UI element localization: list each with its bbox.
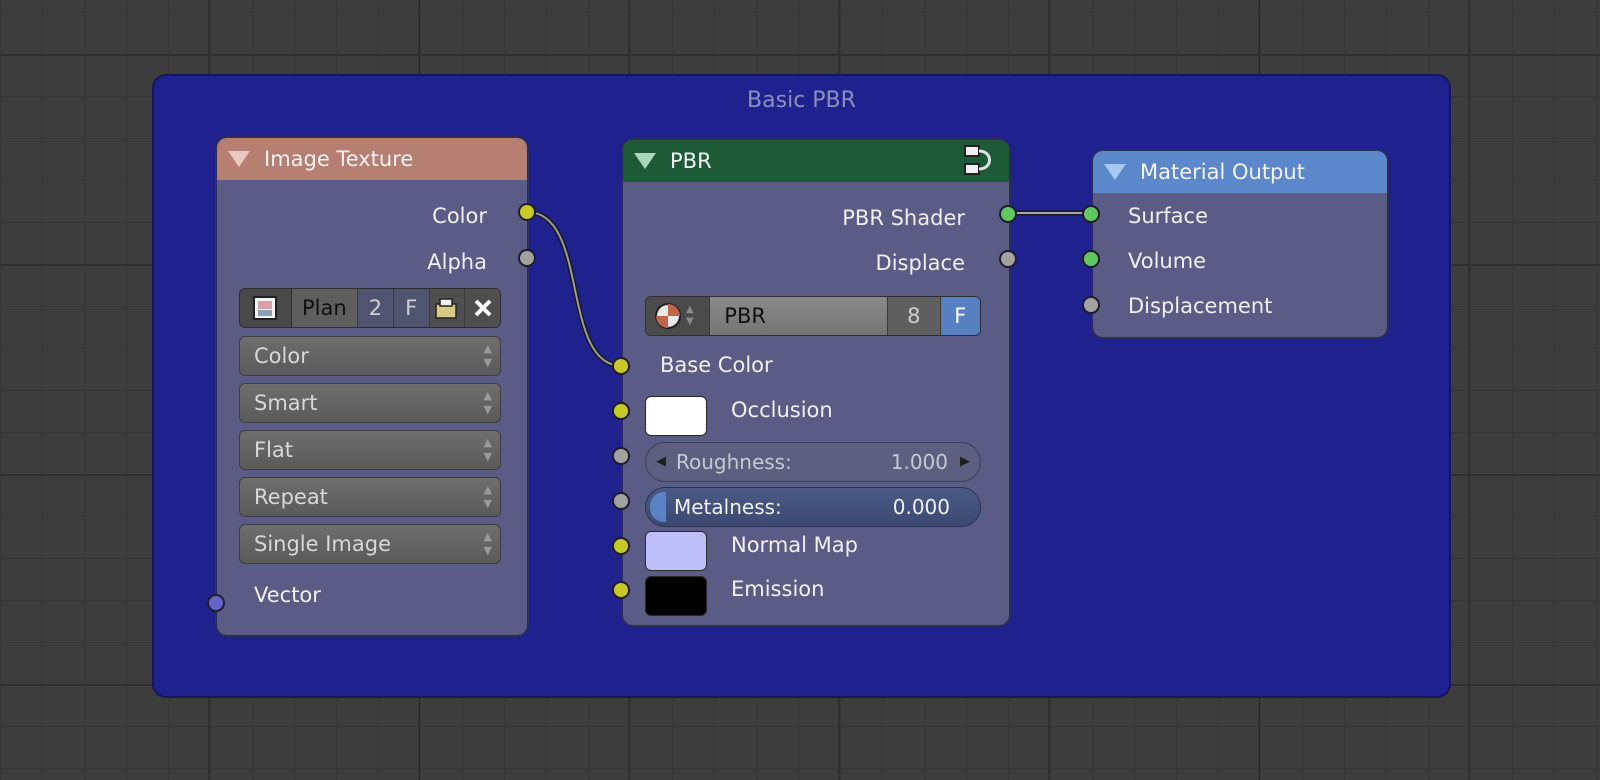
node-image-texture[interactable]: Image Texture Color Alpha Plan 2 F Color… <box>215 136 529 637</box>
pbr-displace-output-socket[interactable] <box>999 250 1017 268</box>
output-displacement-input-socket[interactable] <box>1082 296 1100 314</box>
node-header[interactable]: Material Output <box>1093 151 1387 193</box>
image-users-count[interactable]: 2 <box>357 289 393 327</box>
pbr-occlusion-input-socket[interactable] <box>612 402 630 420</box>
group-users-count[interactable]: 8 <box>887 297 940 335</box>
image-name-field[interactable]: Plan <box>291 289 358 327</box>
node-title: Material Output <box>1140 160 1305 184</box>
input-emission-label: Emission <box>731 577 825 601</box>
pbr-roughness-input-socket[interactable] <box>612 447 630 465</box>
node-group-icon[interactable] <box>961 144 995 178</box>
image-browse-icon[interactable] <box>240 289 292 327</box>
node-pbr[interactable]: PBR PBR Shader Displace ▲ ▼ PBR 8 F Base … <box>621 138 1011 627</box>
group-fake-user-toggle[interactable]: F <box>939 297 980 335</box>
projection-dropdown[interactable]: Flat ▲ ▼ <box>239 430 501 470</box>
group-name-field[interactable]: PBR <box>709 297 888 335</box>
unlink-image-icon[interactable] <box>464 289 500 327</box>
node-header[interactable]: Image Texture <box>217 138 527 180</box>
pbr-base-color-input-socket[interactable] <box>612 357 630 375</box>
normal-map-color-swatch[interactable] <box>645 531 707 571</box>
pbr-metalness-input-socket[interactable] <box>612 492 630 510</box>
open-image-icon[interactable] <box>428 289 465 327</box>
node-header[interactable]: PBR <box>623 140 1009 182</box>
image-alpha-output-socket[interactable] <box>518 249 536 267</box>
occlusion-color-swatch[interactable] <box>645 396 707 436</box>
input-displacement-label: Displacement <box>1128 294 1273 318</box>
group-browse-icon[interactable]: ▲ ▼ <box>646 297 710 335</box>
extension-dropdown[interactable]: Repeat ▲ ▼ <box>239 477 501 517</box>
output-color-label: Color <box>432 204 487 228</box>
node-group-selector[interactable]: ▲ ▼ PBR 8 F <box>645 296 981 336</box>
metalness-slider-fill <box>650 492 666 522</box>
color-space-dropdown[interactable]: Color ▲ ▼ <box>239 336 501 376</box>
input-base-color-label: Base Color <box>660 353 773 377</box>
output-pbr-shader-label: PBR Shader <box>842 206 965 230</box>
image-vector-input-socket[interactable] <box>207 594 225 612</box>
output-displace-label: Displace <box>875 251 965 275</box>
fake-user-toggle[interactable]: F <box>392 289 429 327</box>
input-vector-label: Vector <box>254 583 321 607</box>
input-normal-map-label: Normal Map <box>731 533 858 557</box>
pbr-emission-input-socket[interactable] <box>612 581 630 599</box>
input-occlusion-label: Occlusion <box>731 398 833 422</box>
increment-arrow-icon[interactable]: ▶ <box>960 443 970 481</box>
emission-color-swatch[interactable] <box>645 576 707 616</box>
collapse-triangle-icon[interactable] <box>1104 164 1126 180</box>
node-title: PBR <box>670 149 712 173</box>
node-title: Image Texture <box>264 147 414 171</box>
roughness-slider[interactable]: ◀ Roughness: 1.000 ▶ <box>645 442 981 482</box>
pbr-shader-output-socket[interactable] <box>999 205 1017 223</box>
collapse-triangle-icon[interactable] <box>228 151 250 167</box>
collapse-triangle-icon[interactable] <box>634 153 656 169</box>
interpolation-dropdown[interactable]: Smart ▲ ▼ <box>239 383 501 423</box>
decrement-arrow-icon[interactable]: ◀ <box>656 443 666 481</box>
output-alpha-label: Alpha <box>427 250 487 274</box>
metalness-slider[interactable]: Metalness: 0.000 <box>645 487 981 527</box>
pbr-normal-map-input-socket[interactable] <box>612 537 630 555</box>
image-datablock-selector[interactable]: Plan 2 F <box>239 288 501 328</box>
input-surface-label: Surface <box>1128 204 1209 228</box>
output-surface-input-socket[interactable] <box>1082 205 1100 223</box>
frame-title: Basic PBR <box>747 88 856 113</box>
node-material-output[interactable]: Material Output Surface Volume Displacem… <box>1091 149 1389 339</box>
image-color-output-socket[interactable] <box>518 203 536 221</box>
input-volume-label: Volume <box>1128 249 1207 273</box>
source-dropdown[interactable]: Single Image ▲ ▼ <box>239 524 501 564</box>
output-volume-input-socket[interactable] <box>1082 250 1100 268</box>
